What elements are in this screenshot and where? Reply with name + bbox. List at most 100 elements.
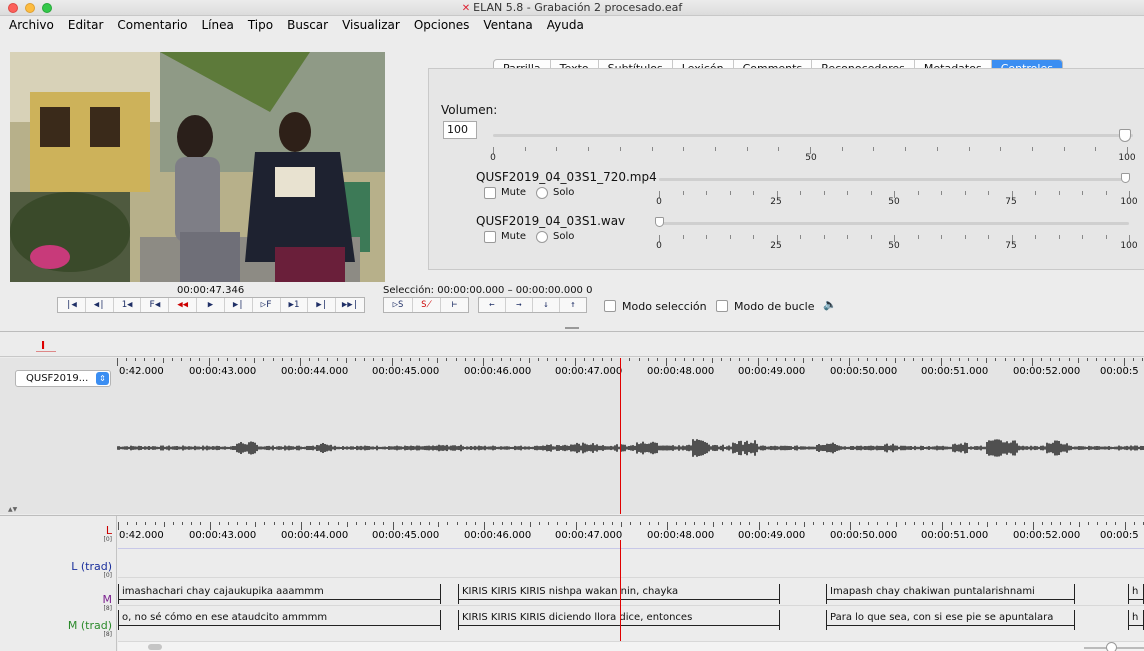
ruler-tick (730, 358, 732, 361)
go-to-end-button[interactable]: ▶▶| (336, 298, 364, 312)
previous-scrollview-button[interactable]: ◀| (86, 298, 114, 312)
previous-second-button[interactable]: 1◀ (114, 298, 142, 312)
clear-selection-button[interactable]: S̸ (413, 298, 441, 312)
wave-ruler-label: 00:00:44.000 (281, 366, 349, 377)
media-select-dropdown[interactable]: QUSF2019... ⇕ (15, 370, 111, 387)
mute-checkbox-1[interactable] (484, 187, 496, 199)
nav-down-button[interactable]: ↓ (533, 298, 560, 312)
tier-row-m[interactable]: imashachari chay cajaukupika aaammm KIRI… (118, 578, 1144, 606)
media1-thumb[interactable] (1121, 173, 1130, 183)
resize-arrows-icon: ▲▼ (8, 506, 18, 513)
forward-frame-button[interactable]: ▷F (253, 298, 281, 312)
master-volume-track (493, 134, 1133, 137)
step-back-button[interactable]: ◀◀ (169, 298, 198, 312)
ruler-tick (914, 522, 916, 525)
media2-thumb[interactable] (655, 217, 664, 227)
zoom-slider[interactable] (1084, 642, 1144, 651)
tier-name-l-trad[interactable]: L (trad) [0] (71, 560, 112, 579)
crosshair-waveform (620, 358, 621, 514)
timeline-viewer[interactable]: L [0] L (trad) [0] M [8] M (trad) [8] 0:42.0… (0, 515, 1144, 651)
slider-tick (917, 235, 919, 239)
ruler-tick (913, 358, 915, 361)
solo-radio-1[interactable] (536, 187, 548, 199)
media1-tick-0: 0 (656, 197, 662, 207)
tl-ruler-label: 00:00:50.000 (830, 530, 898, 541)
selection-boundary-button[interactable]: ⊢ (441, 298, 468, 312)
tier-name-l[interactable]: L [0] (104, 524, 113, 543)
ruler-tick (511, 522, 513, 525)
nav-right-button[interactable]: → (506, 298, 533, 312)
nav-up-button[interactable]: ↑ (560, 298, 586, 312)
tier-row-m-trad[interactable]: o, no sé cómo en ese ataudcito ammmm KIR… (118, 606, 1144, 642)
solo-radio-2[interactable] (536, 231, 548, 243)
media2-volume-slider[interactable]: 0 25 50 75 100 (655, 217, 1138, 253)
menu-ventana[interactable]: Ventana (483, 16, 532, 34)
media1-track (659, 178, 1129, 181)
annotation-m-4[interactable]: h (1128, 584, 1144, 604)
timeline-overview[interactable]: I (0, 337, 1144, 357)
ruler-tick (1097, 522, 1099, 525)
next-second-button[interactable]: ▶1 (281, 298, 309, 312)
video-player[interactable] (10, 52, 385, 282)
master-volume-thumb[interactable] (1119, 129, 1131, 142)
ruler-tick (1014, 522, 1016, 525)
ruler-tick (1132, 358, 1134, 361)
menu-archivo[interactable]: Archivo (9, 16, 54, 34)
title-bar: ✕ ELAN 5.8 - Grabación 2 procesado.eaf (0, 0, 1144, 16)
ruler-tick (391, 358, 393, 366)
annotation-mtrad-2[interactable]: KIRIS KIRIS KIRIS diciendo llora dice, e… (458, 610, 780, 630)
master-volume-slider[interactable]: 0 50 100 (490, 129, 1136, 165)
menu-visualizar[interactable]: Visualizar (342, 16, 400, 34)
menu-ayuda[interactable]: Ayuda (547, 16, 584, 34)
ruler-tick (987, 522, 989, 527)
selection-mode-checkbox[interactable] (604, 300, 616, 312)
ruler-tick (795, 522, 797, 525)
ruler-tick (941, 522, 943, 530)
ruler-tick (886, 522, 888, 525)
annotation-m-2[interactable]: KIRIS KIRIS KIRIS nishpa wakan nin, chay… (458, 584, 780, 604)
scrollbar-thumb[interactable] (148, 644, 162, 650)
slider-tick (682, 235, 684, 239)
ruler-tick (282, 522, 284, 525)
go-to-begin-button[interactable]: |◀ (58, 298, 86, 312)
media1-volume-slider[interactable]: 0 25 50 75 100 (656, 173, 1138, 209)
ruler-tick (867, 358, 869, 361)
tl-ruler-label: 0:42.000 (119, 530, 164, 541)
menu-editar[interactable]: Editar (68, 16, 104, 34)
waveform-viewer[interactable]: QUSF2019... ⇕ ▲▼ 0:42.000 00:00:43.000 0… (0, 358, 1144, 514)
menu-linea[interactable]: Línea (201, 16, 233, 34)
mute-checkbox-2[interactable] (484, 231, 496, 243)
slider-tick (847, 191, 848, 195)
annotation-mtrad-4[interactable]: h (1128, 610, 1144, 630)
next-frame-button[interactable]: ▶| (225, 298, 253, 312)
slider-tick (1035, 191, 1036, 195)
annotation-m-1[interactable]: imashachari chay cajaukupika aaammm (118, 584, 441, 604)
menu-tipo[interactable]: Tipo (248, 16, 273, 34)
zoom-thumb[interactable] (1106, 642, 1117, 651)
nav-left-button[interactable]: ← (479, 298, 506, 312)
tier-name-m[interactable]: M [8] (103, 593, 113, 612)
annotation-m-3[interactable]: Imapash chay chakiwan puntalarishnami (826, 584, 1075, 604)
annotation-mtrad-3[interactable]: Para lo que sea, con si ese pie se apunt… (826, 610, 1075, 630)
tier-row-l-trad[interactable] (118, 548, 1144, 578)
tier-name-m-trad[interactable]: M (trad) [8] (68, 619, 112, 638)
previous-frame-button[interactable]: F◀ (141, 298, 170, 312)
ruler-tick (163, 522, 165, 527)
speaker-icon[interactable]: 🔈 (823, 298, 837, 311)
play-button[interactable]: ▶ (197, 298, 225, 312)
menu-opciones[interactable]: Opciones (414, 16, 470, 34)
annotation-mtrad-1[interactable]: o, no sé cómo en ese ataudcito ammmm (118, 610, 441, 630)
solo-label-1: Solo (553, 187, 575, 198)
volume-field[interactable]: 100 (443, 121, 477, 139)
menu-buscar[interactable]: Buscar (287, 16, 328, 34)
ruler-tick (438, 522, 440, 527)
loop-mode-checkbox[interactable] (716, 300, 728, 312)
play-selection-button[interactable]: ▷S (384, 298, 413, 312)
slider-tick (714, 147, 716, 151)
next-scrollview-button[interactable]: ▶| (308, 298, 337, 312)
timeline-horizontal-scrollbar[interactable] (118, 642, 1144, 651)
media-file-2: QUSF2019_04_03S1.wav (476, 214, 626, 228)
ruler-tick (172, 522, 174, 525)
menu-comentario[interactable]: Comentario (117, 16, 187, 34)
panel-split-grip[interactable] (565, 327, 579, 329)
